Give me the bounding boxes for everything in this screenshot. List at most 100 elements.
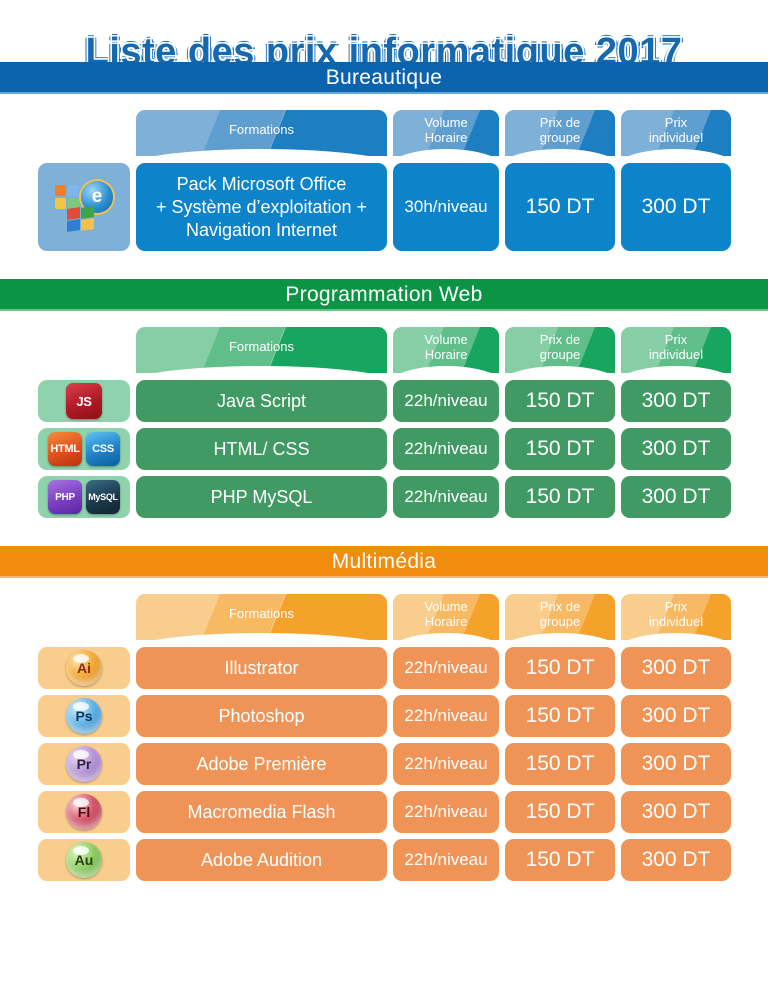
section-programmation-web: Programmation Web Formations Volume Horai… (0, 279, 768, 518)
row-prix-individuel: 300 DT (621, 163, 731, 251)
table-bureautique: Formations Volume Horaire Prix de groupe P… (0, 110, 768, 251)
html-css-icon: HTML CSS (48, 432, 120, 466)
row-formation: Adobe Première (136, 743, 387, 785)
header-volume-line1: Volume (424, 114, 468, 130)
php-badge: PHP (48, 480, 82, 514)
row-volume-horaire: 30h/niveau (393, 163, 499, 251)
adobe-photoshop-icon: Ps (66, 698, 102, 734)
header-volume-horaire: Volume Horaire (393, 594, 499, 640)
row-prix-individuel: 300 DT (621, 647, 731, 689)
header-prix-individuel-line1: Prix (664, 114, 688, 130)
row-volume-horaire: 22h/niveau (393, 791, 499, 833)
table-programmation-web: Formations Volume Horaire Prix de groupe P… (0, 327, 768, 518)
table-row[interactable]: HTML CSS HTML/ CSS 22h/niveau 150 DT 300… (38, 428, 731, 470)
row-formation: Pack Microsoft Office + Système d’exploit… (136, 163, 387, 251)
row-icon-cell: Fl (38, 791, 130, 833)
header-formations-label: Formations (228, 122, 295, 137)
row-icon-cell: PHP MySQL (38, 476, 130, 518)
row-icon-cell: Pr (38, 743, 130, 785)
header-spacer (38, 110, 130, 156)
header-formations-label: Formations (228, 606, 295, 621)
row-icon-cell: Ai (38, 647, 130, 689)
header-volume-horaire: Volume Horaire (393, 110, 499, 156)
header-formations: Formations (136, 110, 387, 156)
css-badge: CSS (86, 432, 120, 466)
row-volume-horaire: 22h/niveau (393, 743, 499, 785)
table-row[interactable]: e Pack Microsoft Office + Système d’explo… (38, 163, 731, 251)
header-spacer (38, 594, 130, 640)
javascript-icon: JS (66, 383, 102, 419)
table-row[interactable]: Ai Illustrator 22h/niveau 150 DT 300 DT (38, 647, 731, 689)
row-icon-cell: Ps (38, 695, 130, 737)
row-formation: Photoshop (136, 695, 387, 737)
formation-line1: Pack Microsoft Office (176, 173, 347, 194)
row-prix-individuel: 300 DT (621, 791, 731, 833)
header-formations-label: Formations (228, 339, 295, 354)
header-prix-groupe-line2: groupe (539, 129, 581, 145)
adobe-illustrator-icon: Ai (66, 650, 102, 686)
row-prix-groupe: 150 DT (505, 380, 615, 422)
table-row[interactable]: PHP MySQL PHP MySQL 22h/niveau 150 DT 30… (38, 476, 731, 518)
row-prix-groupe: 150 DT (505, 428, 615, 470)
header-prix-groupe: Prix de groupe (505, 110, 615, 156)
row-volume-horaire: 22h/niveau (393, 647, 499, 689)
row-prix-individuel: 300 DT (621, 476, 731, 518)
js-badge: JS (66, 383, 102, 419)
header-prix-individuel: Prix individuel (621, 594, 731, 640)
row-icon-cell: HTML CSS (38, 428, 130, 470)
header-formations: Formations (136, 327, 387, 373)
table-multimedia: Formations Volume Horaire Prix de groupe P… (0, 594, 768, 881)
row-prix-individuel: 300 DT (621, 428, 731, 470)
table-header-row: Formations Volume Horaire Prix de groupe P… (38, 327, 731, 373)
header-volume-line2: Horaire (424, 129, 468, 145)
row-volume-horaire: 22h/niveau (393, 476, 499, 518)
row-prix-groupe: 150 DT (505, 695, 615, 737)
row-prix-individuel: 300 DT (621, 695, 731, 737)
header-prix-individuel: Prix individuel (621, 327, 731, 373)
section-multimedia: Multimédia Formations Volume Horaire Prix… (0, 546, 768, 881)
row-prix-groupe: 150 DT (505, 163, 615, 251)
table-row[interactable]: Au Adobe Audition 22h/niveau 150 DT 300 … (38, 839, 731, 881)
html-badge: HTML (48, 432, 82, 466)
row-icon-cell: JS (38, 380, 130, 422)
adobe-premiere-icon: Pr (66, 746, 102, 782)
row-prix-individuel: 300 DT (621, 839, 731, 881)
row-formation: Adobe Audition (136, 839, 387, 881)
header-prix-groupe-line1: Prix de (539, 114, 581, 130)
row-formation: HTML/ CSS (136, 428, 387, 470)
header-prix-groupe: Prix de groupe (505, 594, 615, 640)
adobe-audition-icon: Au (66, 842, 102, 878)
formation-line3: Navigation Internet (185, 219, 338, 240)
row-formation: PHP MySQL (136, 476, 387, 518)
table-row[interactable]: Pr Adobe Première 22h/niveau 150 DT 300 … (38, 743, 731, 785)
row-volume-horaire: 22h/niveau (393, 380, 499, 422)
php-mysql-icon: PHP MySQL (48, 480, 120, 514)
table-row[interactable]: JS Java Script 22h/niveau 150 DT 300 DT (38, 380, 731, 422)
row-prix-individuel: 300 DT (621, 743, 731, 785)
table-row[interactable]: Fl Macromedia Flash 22h/niveau 150 DT 30… (38, 791, 731, 833)
header-formations: Formations (136, 594, 387, 640)
row-prix-groupe: 150 DT (505, 839, 615, 881)
row-volume-horaire: 22h/niveau (393, 695, 499, 737)
row-prix-individuel: 300 DT (621, 380, 731, 422)
section-bureautique: Bureautique Formations Volume Horaire Pri… (0, 62, 768, 251)
header-prix-groupe: Prix de groupe (505, 327, 615, 373)
table-row[interactable]: Ps Photoshop 22h/niveau 150 DT 300 DT (38, 695, 731, 737)
macromedia-flash-icon: Fl (66, 794, 102, 830)
row-prix-groupe: 150 DT (505, 791, 615, 833)
mysql-badge: MySQL (86, 480, 120, 514)
section-title-programmation-web: Programmation Web (0, 279, 768, 311)
microsoft-office-internet-explorer-windows-icon: e (53, 181, 115, 233)
row-icon-cell: e (38, 163, 130, 251)
row-formation: Illustrator (136, 647, 387, 689)
row-volume-horaire: 22h/niveau (393, 839, 499, 881)
row-prix-groupe: 150 DT (505, 743, 615, 785)
header-volume-horaire: Volume Horaire (393, 327, 499, 373)
row-formation: Java Script (136, 380, 387, 422)
table-header-row: Formations Volume Horaire Prix de groupe P… (38, 110, 731, 156)
